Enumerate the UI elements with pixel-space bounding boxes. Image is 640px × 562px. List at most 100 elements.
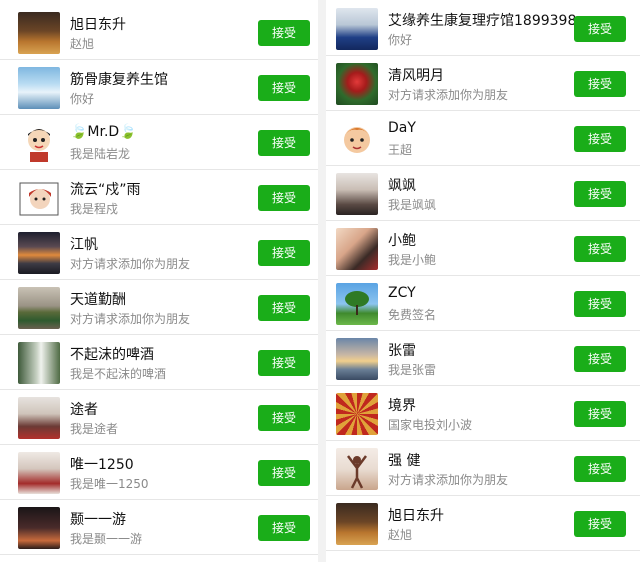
request-row[interactable]: 境界 国家电投刘小波 接受 [326,387,640,441]
request-row[interactable]: 流云“戍”雨 我是程戍 接受 [0,171,318,225]
request-message: 我是小鲍 [388,253,437,267]
request-name: 张雷 [388,343,416,359]
accept-button[interactable]: 接受 [574,181,626,207]
accept-button[interactable]: 接受 [574,16,626,42]
request-message: 对方请求添加你为朋友 [388,88,509,102]
accept-button[interactable]: 接受 [574,236,626,262]
request-name: 小鲍 [388,233,416,249]
screen-divider [318,0,326,562]
accept-button[interactable]: 接受 [258,130,310,156]
request-message: 赵旭 [388,528,413,542]
request-name: 旭日东升 [70,17,126,33]
cartoon-girl-avatar [18,177,60,219]
request-name: 清风明月 [388,68,444,84]
accept-button[interactable]: 接受 [258,460,310,486]
request-row[interactable]: 唯一1250 我是唯一1250 接受 [0,446,318,500]
request-row[interactable]: 张雷 我是张雷 接受 [326,332,640,386]
accept-button[interactable]: 接受 [574,126,626,152]
request-name: 不起沫的啤酒 [70,347,154,363]
accept-button[interactable]: 接受 [258,295,310,321]
woman-costume-avatar [18,452,60,494]
request-message: 对方请求添加你为朋友 [70,312,191,326]
request-message: 我是飒飒 [388,198,437,212]
accept-button[interactable]: 接受 [574,456,626,482]
request-name: 途者 [70,402,98,418]
sunset-sea-avatar [336,338,378,380]
request-name: 颞一一游 [70,512,126,528]
accept-button[interactable]: 接受 [574,346,626,372]
request-row[interactable]: 旭日东升 赵旭 接受 [326,497,640,551]
request-row[interactable]: 筋骨康复养生馆 你好 接受 [0,61,318,115]
cartoon-face-avatar [336,118,378,160]
couple-selfie-avatar [336,228,378,270]
request-row[interactable]: 飒飒 我是飒飒 接受 [326,167,640,221]
train-photo-avatar [18,287,60,329]
accept-button[interactable]: 接受 [258,185,310,211]
request-row[interactable]: DaY 王超 接受 [326,112,640,166]
accept-button[interactable]: 接受 [258,75,310,101]
request-message: 我是途者 [70,422,119,436]
request-name: 筋骨康复养生馆 [70,72,168,88]
request-row[interactable]: 清风明月 对方请求添加你为朋友 接受 [326,57,640,111]
accept-button[interactable]: 接受 [258,240,310,266]
request-name: ZCY [388,285,416,301]
request-message: 免费签名 [388,308,437,322]
accept-button[interactable]: 接受 [574,401,626,427]
request-row[interactable]: 江帆 对方请求添加你为朋友 接受 [0,226,318,280]
request-message: 我是张雷 [388,363,437,377]
request-message: 王超 [388,143,413,157]
request-name: 境界 [388,398,416,414]
tea-cup-photo-avatar [18,12,60,54]
glacier-photo-avatar [18,67,60,109]
request-name: 艾缘养生康复理疗馆1899398... [388,13,590,29]
request-message: 赵旭 [70,37,95,51]
request-message: 我是陆岩龙 [70,147,131,161]
request-message: 我是不起沫的啤酒 [70,367,167,381]
request-name: 流云“戍”雨 [70,182,141,198]
request-name: 🍃Mr.D🍃 [70,124,137,140]
request-row[interactable]: 颞一一游 我是颞一一游 接受 [0,501,318,555]
accept-button[interactable]: 接受 [574,71,626,97]
friend-requests-screens: 旭日东升 赵旭 接受 筋骨康复养生馆 你好 接受 🍃Mr.D🍃 我是陆岩龙 接受… [0,0,640,562]
request-message: 我是程戍 [70,202,119,216]
tea-cup-photo-avatar [336,503,378,545]
request-message: 国家电投刘小波 [388,418,473,432]
cartoon-boy-avatar [18,122,60,164]
accept-button[interactable]: 接受 [574,291,626,317]
accept-button[interactable]: 接受 [258,515,310,541]
sunset-lake-avatar [18,232,60,274]
request-message: 你好 [388,33,413,47]
request-row[interactable]: 🍃Mr.D🍃 我是陆岩龙 接受 [0,116,318,170]
request-row[interactable]: 途者 我是途者 接受 [0,391,318,445]
couple-photo-avatar [18,397,60,439]
request-name: 江帆 [70,237,98,253]
request-name: 飒飒 [388,178,416,194]
dancer-avatar [336,448,378,490]
request-name: 天道勤酬 [70,292,126,308]
request-message: 对方请求添加你为朋友 [70,257,191,271]
tree-sky-avatar [336,283,378,325]
woman-portrait-avatar [336,8,378,50]
request-name: 唯一1250 [70,457,134,473]
waterfall-person-avatar [18,342,60,384]
request-message: 我是颞一一游 [70,532,143,546]
accept-button[interactable]: 接受 [258,20,310,46]
request-row[interactable]: ZCY 免费签名 接受 [326,277,640,331]
request-row[interactable]: 小鲍 我是小鲍 接受 [326,222,640,276]
accept-button[interactable]: 接受 [258,350,310,376]
accept-button[interactable]: 接受 [574,511,626,537]
request-row[interactable]: 艾缘养生康复理疗馆1899398... 你好 接受 [326,2,640,56]
request-name: 强 健 [388,453,421,469]
accept-button[interactable]: 接受 [258,405,310,431]
request-row[interactable]: 天道勤酬 对方请求添加你为朋友 接受 [0,281,318,335]
request-row[interactable]: 旭日东升 赵旭 接受 [0,6,318,60]
request-message: 对方请求添加你为朋友 [388,473,509,487]
girl-selfie-avatar [336,173,378,215]
request-message: 你好 [70,92,95,106]
request-row[interactable]: 不起沫的啤酒 我是不起沫的啤酒 接受 [0,336,318,390]
request-message: 我是唯一1250 [70,477,149,491]
request-name: 旭日东升 [388,508,444,524]
request-row[interactable]: 强 健 对方请求添加你为朋友 接受 [326,442,640,496]
request-name: DaY [388,120,416,136]
red-rose-avatar [336,63,378,105]
